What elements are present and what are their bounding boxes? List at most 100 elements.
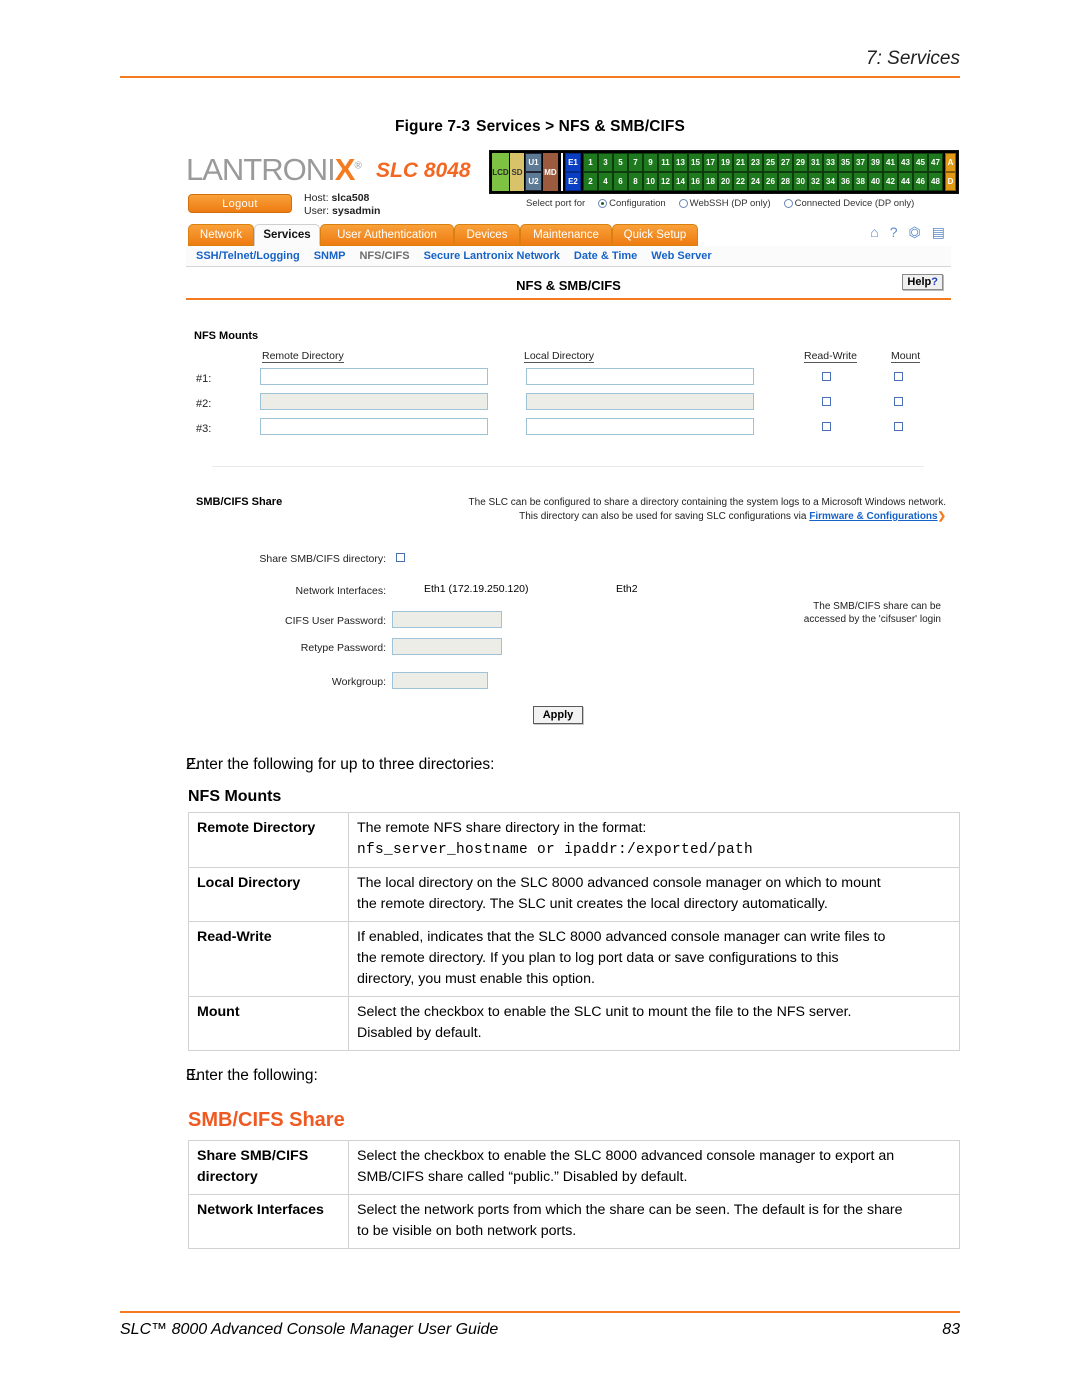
subnav-web-server[interactable]: Web Server — [651, 250, 711, 262]
firmware-configurations-link[interactable]: Firmware & Configurations — [809, 511, 937, 522]
radio-option-configuration[interactable]: Configuration — [598, 198, 666, 209]
serial-port-41[interactable]: 41 — [883, 153, 898, 172]
local-directory-input-1[interactable] — [526, 368, 754, 385]
serial-port-column[interactable]: 35 36 — [838, 153, 853, 191]
tab-user-authentication[interactable]: User Authentication — [320, 224, 454, 246]
serial-port-7[interactable]: 7 — [628, 153, 643, 172]
serial-port-36[interactable]: 36 — [838, 172, 853, 191]
subnav-date-time[interactable]: Date & Time — [574, 250, 637, 262]
serial-port-column[interactable]: 27 28 — [778, 153, 793, 191]
mount-checkbox-1[interactable] — [894, 372, 903, 381]
serial-port-6[interactable]: 6 — [613, 172, 628, 191]
port-a[interactable]: A — [945, 153, 956, 172]
serial-port-2[interactable]: 2 — [583, 172, 598, 191]
serial-port-column[interactable]: 13 14 — [673, 153, 688, 191]
expand-icon[interactable]: ⏣ — [909, 225, 921, 239]
serial-port-1[interactable]: 1 — [583, 153, 598, 172]
subnav-secure-lantronix-network[interactable]: Secure Lantronix Network — [424, 250, 560, 262]
serial-port-column[interactable]: 21 22 — [733, 153, 748, 191]
serial-port-30[interactable]: 30 — [793, 172, 808, 191]
serial-port-16[interactable]: 16 — [688, 172, 703, 191]
read-write-checkbox-2[interactable] — [822, 397, 831, 406]
mount-checkbox-2[interactable] — [894, 397, 903, 406]
workgroup-input[interactable] — [392, 672, 488, 689]
serial-port-12[interactable]: 12 — [658, 172, 673, 191]
serial-port-17[interactable]: 17 — [703, 153, 718, 172]
serial-port-column[interactable]: 47 48 — [928, 153, 943, 191]
serial-port-column[interactable]: 78 — [628, 153, 643, 191]
port-e1[interactable]: E1 — [565, 153, 581, 172]
serial-port-10[interactable]: 10 — [643, 172, 658, 191]
serial-port-column[interactable]: 45 46 — [913, 153, 928, 191]
radio-icon-configuration[interactable] — [598, 199, 608, 208]
serial-port-23[interactable]: 23 — [748, 153, 763, 172]
ethernet-port-stack[interactable]: E1 E2 — [565, 153, 581, 191]
serial-port-column[interactable]: 37 38 — [853, 153, 868, 191]
serial-port-3[interactable]: 3 — [598, 153, 613, 172]
serial-port-39[interactable]: 39 — [868, 153, 883, 172]
radio-option-connected-device[interactable]: Connected Device (DP only) — [783, 198, 914, 209]
apply-button[interactable]: Apply — [533, 706, 583, 724]
remote-directory-input-1[interactable] — [260, 368, 488, 385]
serial-port-column[interactable]: 41 42 — [883, 153, 898, 191]
serial-port-column[interactable]: 29 30 — [793, 153, 808, 191]
radio-icon-webssh[interactable] — [678, 199, 688, 208]
serial-port-column[interactable]: 11 12 — [658, 153, 673, 191]
home-icon[interactable]: ⌂ — [870, 225, 878, 239]
tab-network[interactable]: Network — [188, 224, 254, 246]
subnav-snmp[interactable]: SNMP — [314, 250, 346, 262]
share-smb-cifs-directory-checkbox[interactable] — [396, 553, 405, 562]
serial-port-column[interactable]: 34 — [598, 153, 613, 191]
serial-port-26[interactable]: 26 — [763, 172, 778, 191]
serial-port-44[interactable]: 44 — [898, 172, 913, 191]
serial-port-column[interactable]: 56 — [613, 153, 628, 191]
usb-port-stack[interactable]: U1 U2 — [525, 153, 542, 191]
port-d[interactable]: D — [945, 172, 956, 191]
tab-devices[interactable]: Devices — [454, 224, 520, 246]
tab-quick-setup[interactable]: Quick Setup — [612, 224, 698, 246]
remote-directory-input-3[interactable] — [260, 418, 488, 435]
serial-port-18[interactable]: 18 — [703, 172, 718, 191]
read-write-checkbox-1[interactable] — [822, 372, 831, 381]
list-icon[interactable]: ▤ — [932, 225, 945, 239]
local-directory-input-2[interactable] — [526, 393, 754, 410]
serial-port-column[interactable]: 19 20 — [718, 153, 733, 191]
serial-port-column[interactable]: 23 24 — [748, 153, 763, 191]
network-interface-eth1-checkbox[interactable] — [396, 585, 405, 594]
serial-port-35[interactable]: 35 — [838, 153, 853, 172]
serial-port-24[interactable]: 24 — [748, 172, 763, 191]
serial-port-4[interactable]: 4 — [598, 172, 613, 191]
serial-port-8[interactable]: 8 — [628, 172, 643, 191]
help-button[interactable]: Help? — [902, 274, 943, 290]
serial-port-14[interactable]: 14 — [673, 172, 688, 191]
serial-port-31[interactable]: 31 — [808, 153, 823, 172]
subnav-nfs-cifs[interactable]: NFS/CIFS — [359, 250, 409, 262]
serial-port-15[interactable]: 15 — [688, 153, 703, 172]
serial-port-27[interactable]: 27 — [778, 153, 793, 172]
serial-port-13[interactable]: 13 — [673, 153, 688, 172]
serial-port-5[interactable]: 5 — [613, 153, 628, 172]
serial-port-column[interactable]: 12 — [583, 153, 598, 191]
read-write-checkbox-3[interactable] — [822, 422, 831, 431]
serial-port-32[interactable]: 32 — [808, 172, 823, 191]
serial-port-46[interactable]: 46 — [913, 172, 928, 191]
local-directory-input-3[interactable] — [526, 418, 754, 435]
serial-port-column[interactable]: 43 44 — [898, 153, 913, 191]
serial-port-column[interactable]: 9 10 — [643, 153, 658, 191]
tab-maintenance[interactable]: Maintenance — [520, 224, 612, 246]
logout-button[interactable]: Logout — [188, 194, 292, 213]
serial-port-column[interactable]: 33 34 — [823, 153, 838, 191]
serial-port-34[interactable]: 34 — [823, 172, 838, 191]
radio-icon-connected-device[interactable] — [783, 199, 793, 208]
cifs-user-password-input[interactable] — [392, 611, 502, 628]
serial-port-19[interactable]: 19 — [718, 153, 733, 172]
serial-port-column[interactable]: 39 40 — [868, 153, 883, 191]
subnav-ssh-telnet-logging[interactable]: SSH/Telnet/Logging — [196, 250, 300, 262]
serial-port-column[interactable]: 15 16 — [688, 153, 703, 191]
port-e2[interactable]: E2 — [565, 172, 581, 191]
serial-port-9[interactable]: 9 — [643, 153, 658, 172]
serial-port-25[interactable]: 25 — [763, 153, 778, 172]
power-port-stack[interactable]: A D — [945, 153, 956, 191]
serial-port-47[interactable]: 47 — [928, 153, 943, 172]
tab-services[interactable]: Services — [254, 224, 320, 246]
